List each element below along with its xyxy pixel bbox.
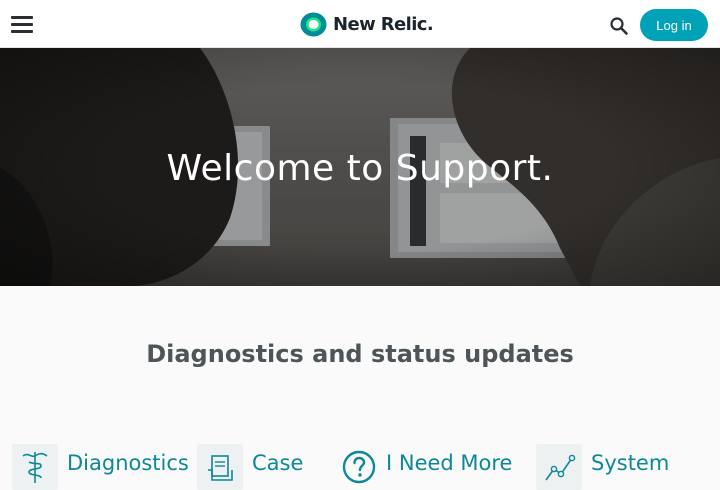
diagnostics-link[interactable]: Diagnostics [12,440,189,490]
i-need-more-link[interactable]: I Need More [336,440,516,484]
logo-text: New Relic. [333,14,434,35]
new-relic-logo-icon [300,12,327,37]
diagnostics-label: Diagnostics [67,451,189,475]
hamburger-menu-icon[interactable] [11,16,33,34]
system-link[interactable]: System [536,440,711,490]
hero-banner: Welcome to Support. [0,48,720,286]
document-icon [208,455,233,481]
caduceus-icon [22,452,48,483]
icon-tile [336,444,382,490]
new-relic-logo[interactable]: New Relic. [300,12,434,37]
case-label: Case [252,451,304,475]
support-links-row: Diagnostics Case I Need More System [0,440,720,490]
login-button[interactable]: Log in [640,9,708,41]
top-header: New Relic. Log in [0,0,720,48]
line-chart-icon [545,454,576,481]
i-need-more-label: I Need More [386,451,513,475]
hero-title: Welcome to Support. [166,148,554,189]
search-icon[interactable] [609,16,629,36]
icon-tile [536,444,582,490]
section-title: Diagnostics and status updates [146,340,574,368]
icon-tile [12,444,58,490]
question-icon [342,450,376,484]
icon-tile [197,444,243,490]
system-label: System [591,451,670,475]
case-link[interactable]: Case [197,440,307,490]
